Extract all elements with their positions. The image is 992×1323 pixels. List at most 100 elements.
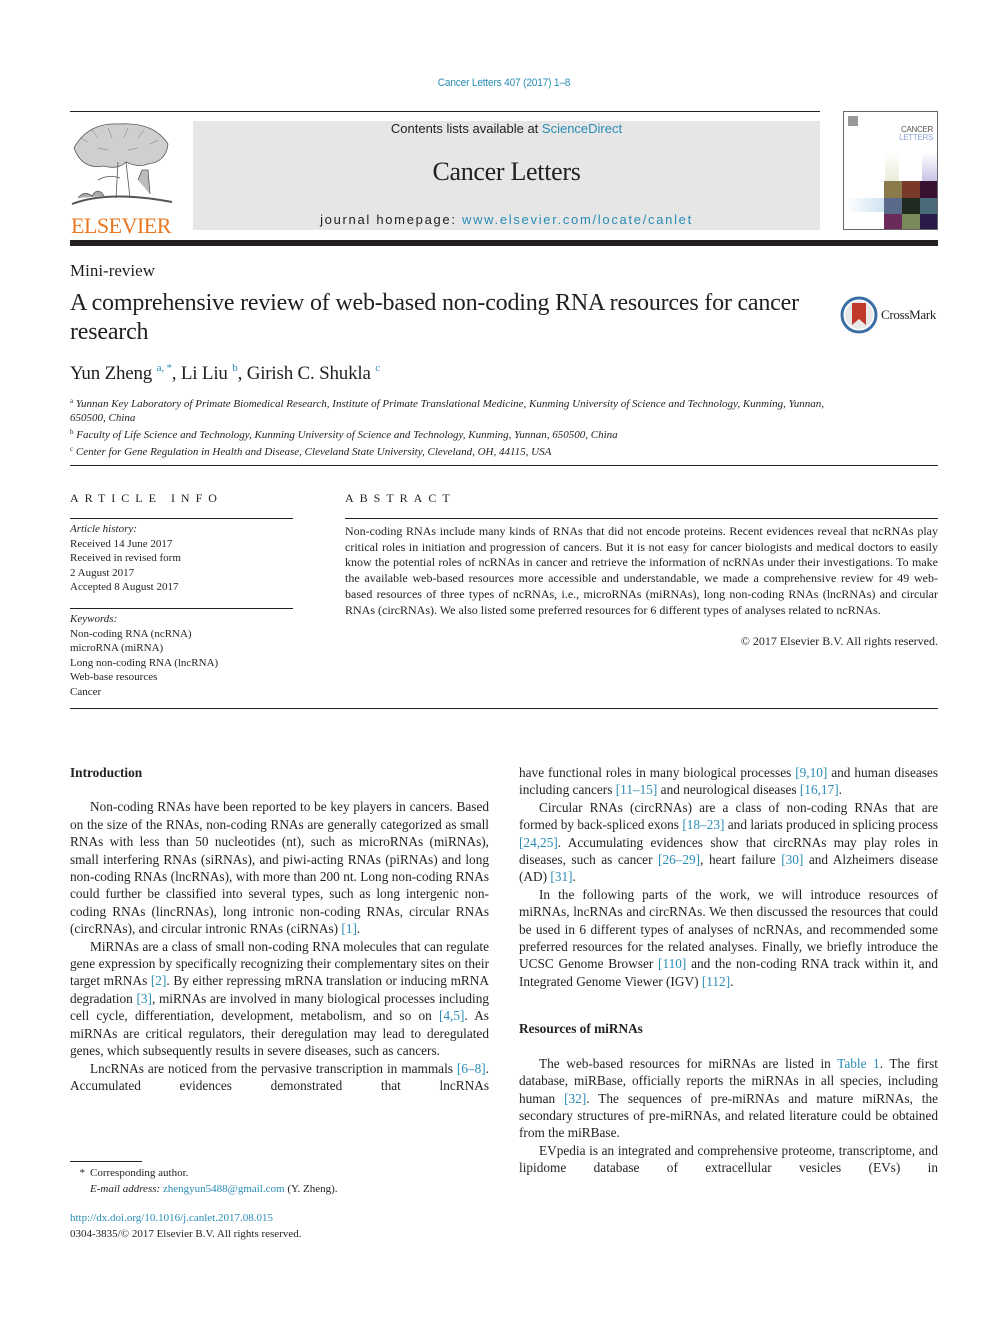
citation-link[interactable]: [6–8] xyxy=(457,1061,486,1076)
keywords-label: Keywords: xyxy=(70,613,118,625)
corresponding-author-footnote: * Corresponding author. E-mail address: z… xyxy=(70,1165,338,1197)
header-rule xyxy=(70,111,820,112)
elsevier-tree-icon xyxy=(71,123,173,205)
affiliation-key: c xyxy=(70,445,74,453)
author-name[interactable]: Yun Zheng xyxy=(70,363,152,384)
history-item: Received 14 June 2017 xyxy=(70,537,173,550)
paragraph: In the following parts of the work, we w… xyxy=(519,886,938,990)
citation-link[interactable]: [32] xyxy=(564,1091,586,1106)
crossmark-label: CrossMark xyxy=(881,307,937,322)
citation-link[interactable]: [112] xyxy=(702,974,730,989)
citation-link[interactable]: [4,5] xyxy=(439,1008,464,1023)
article-history: Article history: Received 14 June 2017 R… xyxy=(70,522,181,595)
journal-reference-link[interactable]: Cancer Letters 407 (2017) 1–8 xyxy=(40,77,967,89)
history-label: Article history: xyxy=(70,523,137,535)
keywords: Keywords: Non-coding RNA (ncRNA) microRN… xyxy=(70,612,218,699)
cover-tile xyxy=(920,214,937,229)
abstract-heading: ABSTRACT xyxy=(345,491,456,505)
author-affiliation-marker[interactable]: c xyxy=(375,362,380,374)
text-run: and neurological diseases xyxy=(657,782,800,798)
crossmark-button[interactable]: CrossMark xyxy=(840,295,940,335)
cover-tile xyxy=(902,214,920,229)
affiliation-key: b xyxy=(70,428,74,436)
article-info-rule xyxy=(70,518,293,519)
email-link[interactable]: zhengyun5488@gmail.com xyxy=(163,1183,285,1195)
text-run: . xyxy=(838,782,842,798)
citation-link[interactable]: [30] xyxy=(781,852,803,867)
paragraph: Non-coding RNAs have been reported to be… xyxy=(70,798,489,937)
affiliation: b Faculty of Life Science and Technology… xyxy=(70,425,830,442)
keywords-rule xyxy=(70,608,293,609)
citation-link[interactable]: [1] xyxy=(341,921,357,936)
citation-link[interactable]: [16,17] xyxy=(800,782,839,797)
article-type: Mini-review xyxy=(70,261,155,280)
footnote-rule xyxy=(70,1161,142,1162)
text-run: The web-based resources for miRNAs are l… xyxy=(539,1055,838,1071)
citation-link[interactable]: [18–23] xyxy=(682,817,724,832)
cover-tile xyxy=(884,214,902,229)
text-run: have functional roles in many biological… xyxy=(519,765,796,780)
cover-title-line2: LETTERS xyxy=(899,133,933,142)
body-column-left: Introduction Non-coding RNAs have been r… xyxy=(70,764,489,1094)
cover-tile xyxy=(884,181,902,198)
author-name[interactable]: Li Liu xyxy=(181,363,228,384)
abstract-rule xyxy=(345,518,938,519)
affiliation: a Yunnan Key Laboratory of Primate Biome… xyxy=(70,394,830,425)
cover-band xyxy=(846,198,884,212)
text-run: , heart failure xyxy=(700,852,782,868)
affiliation-key: a xyxy=(70,397,74,405)
citation-link[interactable]: [3] xyxy=(136,991,152,1006)
paragraph: The web-based resources for miRNAs are l… xyxy=(519,1055,938,1142)
email-suffix: (Y. Zheng). xyxy=(284,1183,338,1195)
citation-link[interactable]: [11–15] xyxy=(616,782,658,797)
doi-link[interactable]: http://dx.doi.org/10.1016/j.canlet.2017.… xyxy=(70,1212,273,1224)
citation-link[interactable]: [26–29] xyxy=(658,852,700,867)
citation-link[interactable]: [24,25] xyxy=(519,835,558,850)
citation-link[interactable]: [31] xyxy=(550,869,572,884)
sciencedirect-link[interactable]: ScienceDirect xyxy=(542,121,622,136)
contents-label: Contents lists available at xyxy=(390,121,542,136)
affiliation-text: Yunnan Key Laboratory of Primate Biomedi… xyxy=(70,398,825,424)
article-info-heading: ARTICLE INFO xyxy=(70,491,223,505)
text-run: . xyxy=(356,921,361,937)
doi-block: http://dx.doi.org/10.1016/j.canlet.2017.… xyxy=(70,1210,302,1242)
cover-tile xyxy=(902,181,920,198)
journal-cover-thumbnail[interactable]: CANCER LETTERS xyxy=(843,111,938,230)
author-name[interactable]: Girish C. Shukla xyxy=(247,363,371,384)
cover-logo xyxy=(848,116,858,126)
author-affiliation-marker[interactable]: a, * xyxy=(157,362,172,374)
cover-tile xyxy=(920,181,937,198)
affiliation-text: Center for Gene Regulation in Health and… xyxy=(75,446,552,458)
keyword: Long non-coding RNA (lncRNA) xyxy=(70,656,219,669)
paragraph: EVpedia is an integrated and comprehensi… xyxy=(519,1142,938,1177)
citation-link[interactable]: Table 1 xyxy=(837,1056,880,1071)
history-item: Received in revised form xyxy=(70,552,181,564)
issn-copyright: 0304-3835/© 2017 Elsevier B.V. All right… xyxy=(70,1228,302,1240)
citation-link[interactable]: [2] xyxy=(151,973,167,988)
affiliation-text: Faculty of Life Science and Technology, … xyxy=(76,429,618,441)
keyword: Web-base resources xyxy=(70,671,158,683)
abstract-text: Non-coding RNAs include many kinds of RN… xyxy=(345,524,938,617)
email-label: E-mail address: xyxy=(90,1183,163,1195)
title-divider xyxy=(70,465,938,466)
keyword: Cancer xyxy=(70,685,102,698)
paragraph: Circular RNAs (circRNAs) are a class of … xyxy=(519,799,938,886)
text-run: and lariats produced in splicing process xyxy=(724,817,938,833)
article-title: A comprehensive review of web-based non-… xyxy=(70,290,799,345)
citation-link[interactable]: [110] xyxy=(658,956,686,971)
journal-homepage-link[interactable]: www.elsevier.com/locate/canlet xyxy=(462,212,693,227)
cover-title: CANCER LETTERS xyxy=(899,126,933,142)
abstract-copyright: © 2017 Elsevier B.V. All rights reserved… xyxy=(740,634,938,648)
history-item: 2 August 2017 xyxy=(70,566,135,579)
cover-tile xyxy=(902,197,920,215)
section-heading-introduction: Introduction xyxy=(70,765,143,780)
text-run: . xyxy=(572,869,576,885)
citation-link[interactable]: [9,10] xyxy=(795,765,827,780)
affiliations: a Yunnan Key Laboratory of Primate Biome… xyxy=(70,394,830,459)
body-column-right: have functional roles in many biological… xyxy=(519,764,938,1177)
paragraph: MiRNAs are a class of small non-coding R… xyxy=(70,938,489,1060)
cover-tile xyxy=(884,197,902,215)
elsevier-logo[interactable]: ELSEVIER xyxy=(68,118,174,237)
author-affiliation-marker[interactable]: b xyxy=(232,362,238,374)
text-run: LncRNAs are noticed from the pervasive t… xyxy=(90,1060,457,1076)
